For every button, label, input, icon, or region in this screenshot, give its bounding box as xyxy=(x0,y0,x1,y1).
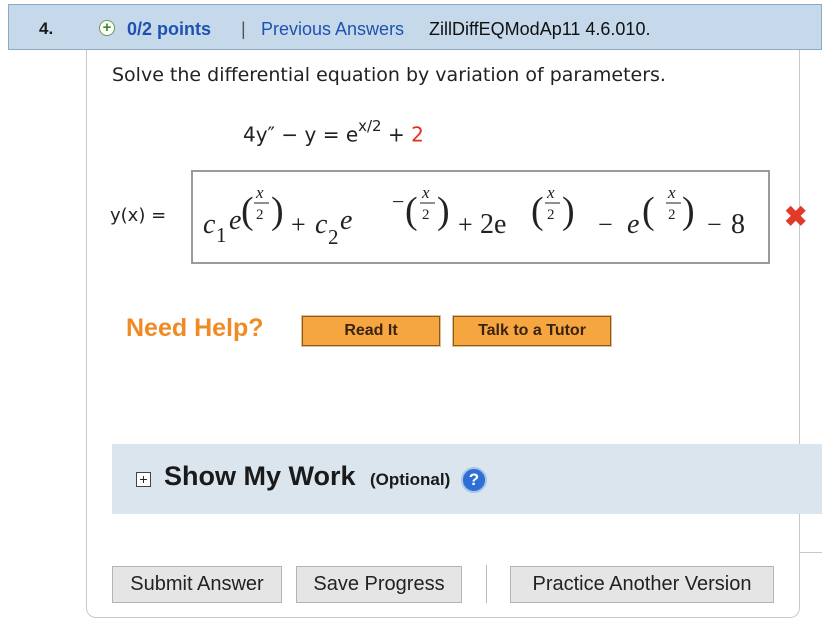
term1-e: e xyxy=(229,205,241,236)
term1-paren-l: ( xyxy=(241,190,254,232)
term2-e: e xyxy=(340,205,352,236)
footer-divider xyxy=(486,565,487,603)
previous-answers-link[interactable]: Previous Answers xyxy=(261,19,404,40)
minus-1: − xyxy=(598,210,613,239)
answer-label: y(x) = xyxy=(110,205,167,226)
term3-num: x xyxy=(546,183,555,202)
term1-den: 2 xyxy=(256,207,264,223)
show-my-work-panel: + Show My Work (Optional) ? xyxy=(112,444,822,514)
term2-num: x xyxy=(421,183,430,202)
expand-plus-icon[interactable]: + xyxy=(136,472,151,487)
problem-prompt: Solve the differential equation by varia… xyxy=(112,64,666,86)
term4-paren-l: ( xyxy=(642,190,655,232)
question-header: 4. + 0/2 points | Previous Answers ZillD… xyxy=(8,4,822,50)
incorrect-x-icon: ✖ xyxy=(784,201,808,232)
term4-den: 2 xyxy=(668,207,676,223)
practice-another-version-button[interactable]: Practice Another Version xyxy=(510,566,774,603)
talk-to-tutor-button[interactable]: Talk to a Tutor xyxy=(452,315,612,347)
header-separator: | xyxy=(241,19,246,39)
answer-input[interactable]: c 1 e ( x 2 ) + c 2 e − ( x 2 ) + 2e ( x… xyxy=(191,170,770,264)
show-my-work-optional: (Optional) xyxy=(370,470,451,489)
card-right-rule xyxy=(800,552,822,553)
term4-paren-r: ) xyxy=(682,190,695,232)
term1-num: x xyxy=(255,183,264,202)
term2-den: 2 xyxy=(422,207,430,223)
plus-2: + xyxy=(458,210,473,239)
term3-paren-l: ( xyxy=(531,190,544,232)
term2-paren-l: ( xyxy=(405,190,418,232)
read-it-button[interactable]: Read It xyxy=(301,315,441,347)
question-id: ZillDiffEQModAp11 4.6.010. xyxy=(429,19,651,39)
term1-sub: 1 xyxy=(216,223,227,247)
points-link[interactable]: 0/2 points xyxy=(127,19,211,40)
term2-c: c xyxy=(315,209,328,240)
plus-1: + xyxy=(291,210,306,239)
equation-exponent: x/2 xyxy=(358,117,382,135)
plus-circle-icon[interactable]: + xyxy=(99,20,115,36)
need-help-label: Need Help? xyxy=(126,314,264,342)
question-mark-help-icon[interactable]: ? xyxy=(461,467,487,493)
term2-paren-r: ) xyxy=(437,190,450,232)
equation-lhs: 4y″ − y = e xyxy=(243,122,359,147)
submit-answer-button[interactable]: Submit Answer xyxy=(112,566,282,603)
save-progress-button[interactable]: Save Progress xyxy=(296,566,462,603)
differential-equation: 4y″ − y = ex/2 + 2 xyxy=(243,117,424,147)
term3-coef-e: 2e xyxy=(480,209,506,240)
term3-den: 2 xyxy=(547,207,555,223)
question-number: 4. xyxy=(39,19,54,38)
term1-c: c xyxy=(203,209,216,240)
show-my-work-title[interactable]: Show My Work xyxy=(164,461,356,492)
equation-plus: + xyxy=(381,122,412,147)
minus-2: − xyxy=(707,210,722,239)
term4-num: x xyxy=(667,183,676,202)
term2-sub: 2 xyxy=(328,225,339,249)
term2-neg: − xyxy=(392,189,404,214)
equation-constant: 2 xyxy=(411,122,424,147)
term4-e: e xyxy=(627,209,639,240)
term1-paren-r: ) xyxy=(271,190,284,232)
term5-constant: 8 xyxy=(731,209,745,240)
term3-paren-r: ) xyxy=(562,190,575,232)
